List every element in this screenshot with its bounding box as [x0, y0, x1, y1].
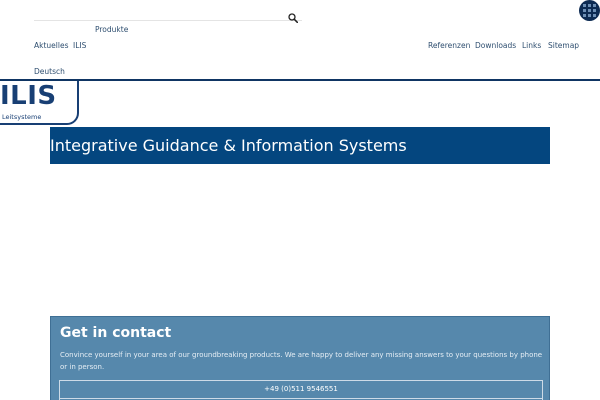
logo-tagline: Leitsysteme	[2, 113, 42, 121]
nav-divider	[0, 79, 600, 81]
hero-title: Integrative Guidance & Information Syste…	[50, 136, 407, 155]
nav-sitemap[interactable]: Sitemap	[548, 41, 579, 50]
contact-text: Convince yourself in your area of our gr…	[60, 351, 543, 371]
search-icon[interactable]	[288, 8, 299, 24]
nav-downloads[interactable]: Downloads	[475, 41, 516, 50]
nav-ilis[interactable]: ILIS	[73, 41, 86, 50]
nav-links[interactable]: Links	[522, 41, 541, 50]
nav-referenzen[interactable]: Referenzen	[428, 41, 470, 50]
nav-aktuelles[interactable]: Aktuelles	[34, 41, 68, 50]
page: Produkte Aktuelles ILIS Referenzen Downl…	[0, 0, 600, 400]
menu-grid-button[interactable]	[579, 0, 600, 21]
contact-panel: Get in contact Convince yourself in your…	[50, 316, 550, 400]
logo[interactable]: ILIS Leitsysteme	[0, 81, 82, 127]
search-input[interactable]	[34, 6, 284, 20]
grid-icon	[583, 4, 596, 17]
search-bar	[34, 6, 302, 24]
phone-button[interactable]: +49 (0)511 9546551	[59, 380, 543, 399]
language-selector[interactable]: Deutsch	[34, 67, 65, 76]
hero-banner: Integrative Guidance & Information Syste…	[50, 127, 550, 164]
logo-wordmark: ILIS	[0, 81, 57, 111]
contact-heading: Get in contact	[60, 325, 172, 341]
nav-produkte[interactable]: Produkte	[95, 25, 128, 34]
